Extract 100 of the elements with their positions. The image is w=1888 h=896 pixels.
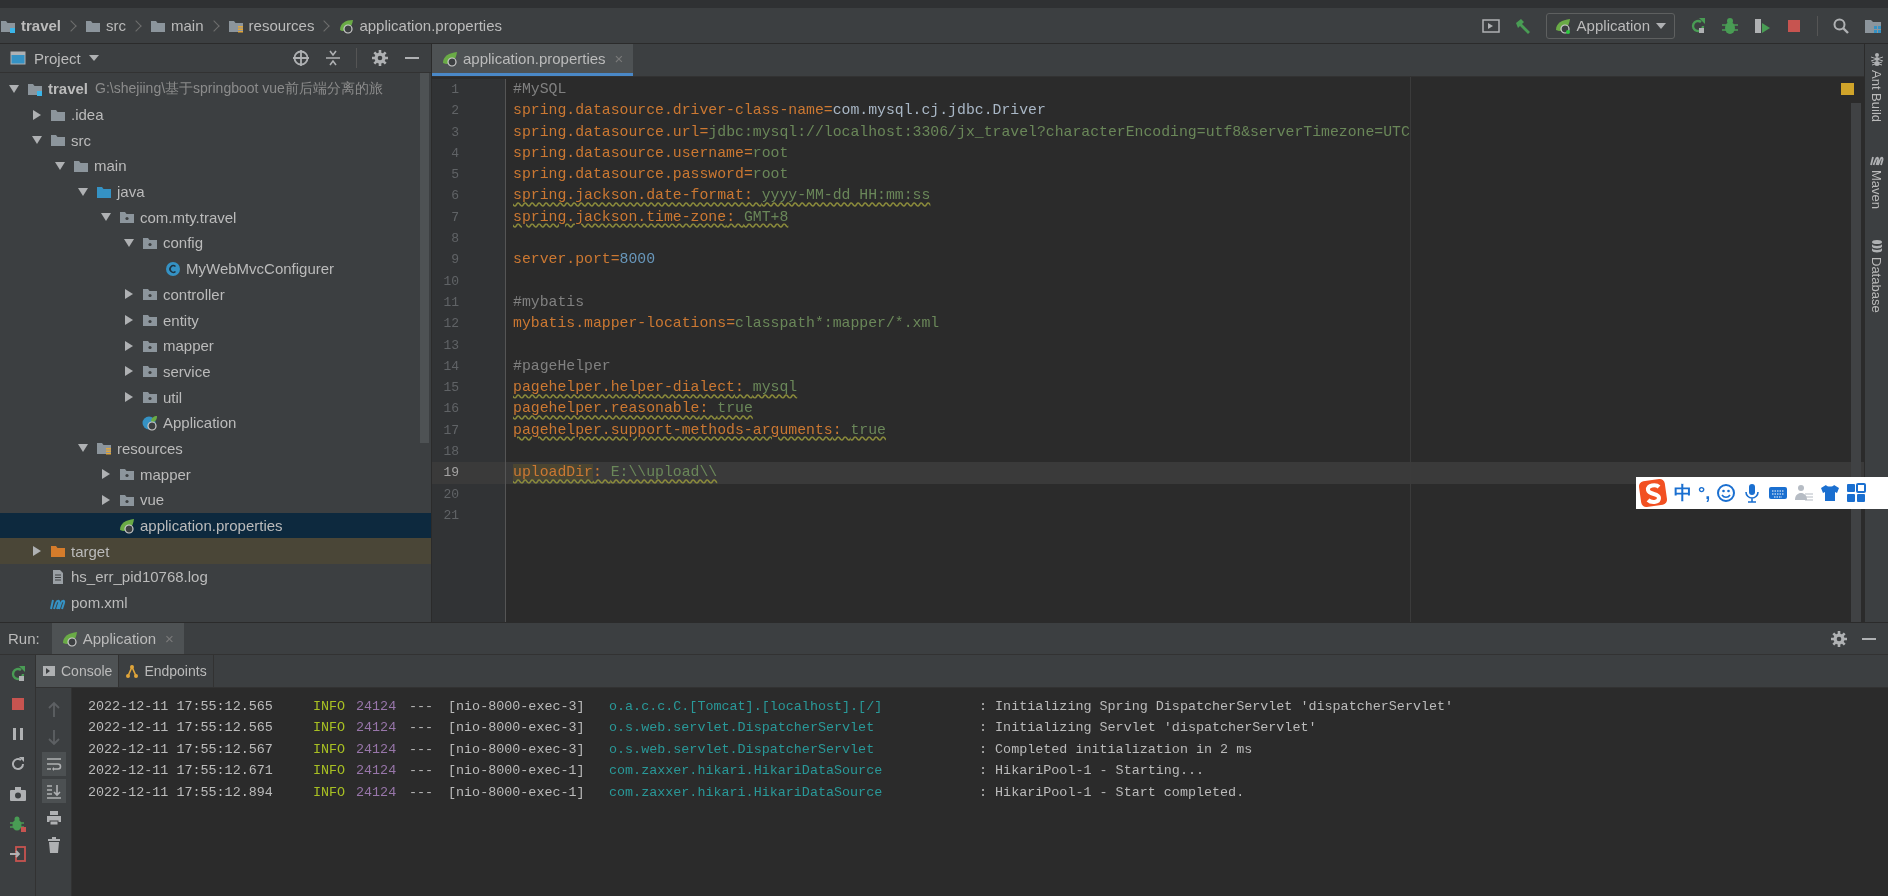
coverage-icon[interactable] xyxy=(1753,16,1771,35)
grid-icon[interactable] xyxy=(1846,483,1867,503)
collapsed-arrow-icon[interactable] xyxy=(101,494,111,505)
collapse-icon[interactable] xyxy=(324,49,342,67)
breadcrumb-item[interactable]: resources xyxy=(227,17,315,34)
expanded-arrow-icon[interactable] xyxy=(78,186,88,197)
log-thread: [nio-8000-exec-1] xyxy=(448,783,586,802)
tool-window-button[interactable]: Database xyxy=(1869,239,1884,313)
collapsed-arrow-icon[interactable] xyxy=(101,469,111,480)
log-message: : HikariPool-1 - Starting... xyxy=(979,762,1204,781)
console-tab[interactable]: Endpoints xyxy=(119,655,214,687)
warning-marker[interactable] xyxy=(1841,83,1854,95)
log-thread: [nio-8000-exec-3] xyxy=(448,698,586,716)
window-icon xyxy=(10,50,26,66)
bug-icon[interactable] xyxy=(1721,16,1739,35)
tree-item[interactable]: main xyxy=(0,153,431,179)
log-timestamp: 2022-12-11 17:55:12.565 xyxy=(88,698,274,716)
tree-item[interactable]: target xyxy=(0,538,431,565)
settings-icon[interactable] xyxy=(1830,629,1848,648)
camera-icon[interactable] xyxy=(8,785,27,803)
expanded-arrow-icon[interactable] xyxy=(101,212,111,223)
code-line: spring.jackson.date-format: yyyy-MM-dd HH:mm:ss xyxy=(513,186,931,206)
run-configuration-dropdown[interactable]: Application xyxy=(1545,12,1675,39)
locate-icon[interactable] xyxy=(292,49,310,67)
tree-item[interactable]: src xyxy=(0,127,431,154)
tree-item[interactable]: pom.xml xyxy=(0,589,431,616)
punctuation-toggle[interactable]: °, xyxy=(1698,482,1711,504)
search-icon[interactable] xyxy=(1832,16,1850,35)
collapsed-arrow-icon[interactable] xyxy=(32,109,42,120)
log-separator: --- xyxy=(409,762,435,781)
s-logo-icon[interactable] xyxy=(1638,478,1668,508)
code-line: spring.jackson.time-zone: GMT+8 xyxy=(513,207,789,227)
project-view-dropdown[interactable]: Project xyxy=(10,49,99,67)
tree-item[interactable]: controller xyxy=(0,281,431,308)
folder-icon xyxy=(50,132,66,149)
text-file-icon xyxy=(50,568,66,585)
shirt-icon[interactable] xyxy=(1820,483,1841,503)
bug-icon[interactable] xyxy=(8,815,27,833)
tree-item[interactable]: travel G:\shejiing\基于springboot vue前后端分离的旅 xyxy=(0,76,431,102)
log-level: INFO xyxy=(313,762,347,781)
settings-icon[interactable] xyxy=(371,49,389,67)
tree-item[interactable]: MyWebMvcConfigurer xyxy=(0,255,431,282)
code-line: spring.datasource.username=root xyxy=(513,143,789,163)
expanded-arrow-icon[interactable] xyxy=(55,160,65,171)
tree-item[interactable]: vue xyxy=(0,487,431,513)
collapsed-arrow-icon[interactable] xyxy=(124,315,134,326)
log-timestamp: 2022-12-11 17:55:12.565 xyxy=(88,719,274,738)
soft-wrap-icon[interactable] xyxy=(44,755,63,773)
exit-icon[interactable] xyxy=(8,845,27,863)
code-comment: #pageHelper xyxy=(513,356,611,376)
tool-window-button[interactable]: Ant Build xyxy=(1869,52,1884,123)
scrollbar[interactable] xyxy=(1851,103,1861,622)
leaf-icon xyxy=(1554,17,1571,34)
tool-window-button[interactable]: Maven xyxy=(1869,152,1884,210)
collapsed-arrow-icon[interactable] xyxy=(124,392,134,403)
tree-item[interactable]: Application xyxy=(0,409,431,436)
collapsed-arrow-icon[interactable] xyxy=(124,289,134,300)
breadcrumb-item[interactable]: main xyxy=(150,17,204,34)
tree-item[interactable]: entity xyxy=(0,307,431,333)
tree-item[interactable]: mapper xyxy=(0,461,431,487)
code-line: pagehelper.helper-dialect: mysql xyxy=(513,378,798,398)
tree-item[interactable]: service xyxy=(0,358,431,385)
expanded-arrow-icon[interactable] xyxy=(78,443,88,454)
console-tab[interactable]: Console xyxy=(36,655,120,687)
folder-icon xyxy=(142,363,158,380)
tree-item[interactable]: .idea xyxy=(0,101,431,128)
collapsed-arrow-icon[interactable] xyxy=(124,366,134,377)
expanded-arrow-icon[interactable] xyxy=(32,135,42,146)
input-mode-toggle[interactable]: 中 xyxy=(1674,481,1692,505)
ant-icon xyxy=(1869,52,1884,66)
terminal-icon[interactable] xyxy=(1481,16,1500,35)
rerun-icon[interactable] xyxy=(1689,16,1707,35)
hammer-icon[interactable] xyxy=(1513,16,1532,35)
tree-item[interactable]: hs_err_pid10768.log xyxy=(0,564,431,590)
expanded-arrow-icon[interactable] xyxy=(9,83,19,94)
code-line: spring.datasource.driver-class-name=com.mysql.cj.jdbc.Driver xyxy=(513,101,1046,121)
print-icon[interactable] xyxy=(44,809,63,827)
folder-icon xyxy=(142,389,158,406)
collapsed-arrow-icon[interactable] xyxy=(124,340,134,351)
tree-item[interactable]: config xyxy=(0,230,431,256)
expanded-arrow-icon[interactable] xyxy=(124,237,134,248)
run-tab[interactable]: Application × xyxy=(51,623,184,654)
tree-item[interactable]: com.mty.travel xyxy=(0,204,431,231)
scrollbar[interactable] xyxy=(420,73,429,443)
tree-item[interactable]: java xyxy=(0,178,431,205)
code-line: uploadDir: E:\\upload\\ xyxy=(513,463,718,483)
scroll-to-end-icon[interactable] xyxy=(44,782,63,800)
endpoints-icon xyxy=(125,664,140,678)
breadcrumb-item[interactable]: application.properties xyxy=(338,17,502,34)
breadcrumb-item[interactable]: travel xyxy=(0,17,62,34)
tree-item[interactable]: resources xyxy=(0,435,431,462)
breadcrumb-item[interactable]: src xyxy=(85,17,127,34)
collapsed-arrow-icon[interactable] xyxy=(32,546,42,557)
log-pid: 24124 xyxy=(356,740,398,759)
tree-item[interactable]: util xyxy=(0,384,431,410)
editor-tab[interactable]: application.properties × xyxy=(432,44,634,76)
tree-item[interactable]: application.properties xyxy=(0,512,431,539)
tree-item[interactable]: mapper xyxy=(0,332,431,359)
console-icon xyxy=(42,664,56,678)
smiley-icon[interactable] xyxy=(1716,483,1737,503)
